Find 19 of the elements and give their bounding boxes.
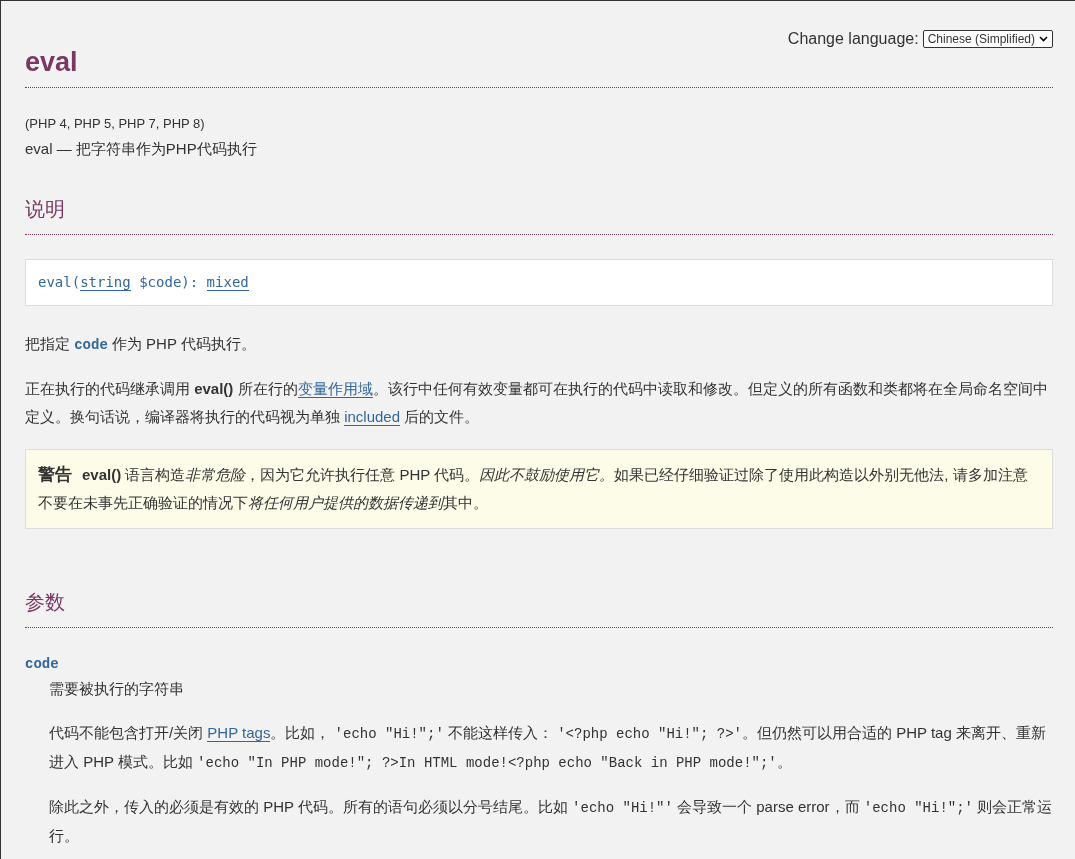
paragraph: 把指定 code 作为 PHP 代码执行。: [25, 334, 257, 355]
parameter-name: code: [25, 655, 59, 674]
paragraph: 需要被执行的字符串: [48, 679, 185, 699]
paragraph: 正在执行的代码继承调用 eval() 所在行的变量作用域。该行中任何有效变量都可在执行的代码中读取和修改。但定义的所有函数和类都将在全局命名空间中定义。换句话说，编译器将执行的代码视为单独 included 后的文件。: [25, 379, 1049, 428]
warning-text: 警告 eval() 语言构造非常危险，因为它允许执行任意 PHP 代码。因此不鼓励使用它。如果已经仔细验证过除了使用此构造以外别无他法, 请多加注意不要在未事先正确验证的情况下将任何用户提供的数据传递到其中。: [38, 464, 1029, 513]
link[interactable]: included: [344, 408, 401, 426]
language-select[interactable]: Chinese (Simplified): [922, 30, 1053, 48]
version-info: (PHP 4, PHP 5, PHP 7, PHP 8): [25, 115, 206, 133]
link[interactable]: 变量作用域: [297, 380, 373, 398]
paragraph: 代码不能包含打开/关闭 PHP tags。比如， 'echo "Hi!";' 不能这样传入： '<?php echo "Hi!"; ?>'。但仍然可以用合适的 PHP tag 来离开、重新进入 PHP 模式。比如 'echo "In PHP mode!"; ?>In HTML mode!<?php echo "Back in PHP mode!";'。: [48, 723, 1047, 773]
section-heading: 说明: [25, 194, 1053, 235]
chevron-down-icon: [1039, 36, 1048, 42]
link[interactable]: mixed: [206, 274, 249, 291]
link[interactable]: string: [80, 274, 131, 291]
section-heading: 参数: [25, 587, 1053, 628]
link[interactable]: PHP tags: [207, 724, 271, 742]
function-signature: eval(string $code): mixed: [25, 259, 1053, 306]
function-purpose: eval — 把字符串作为PHP代码执行: [25, 138, 258, 159]
paragraph: 除此之外，传入的必须是有效的 PHP 代码。所有的语句必须以分号结尾。比如 'echo "Hi!"' 会导致一个 parse error，而 'echo "Hi!";' 则会正常运行。: [48, 797, 1053, 846]
